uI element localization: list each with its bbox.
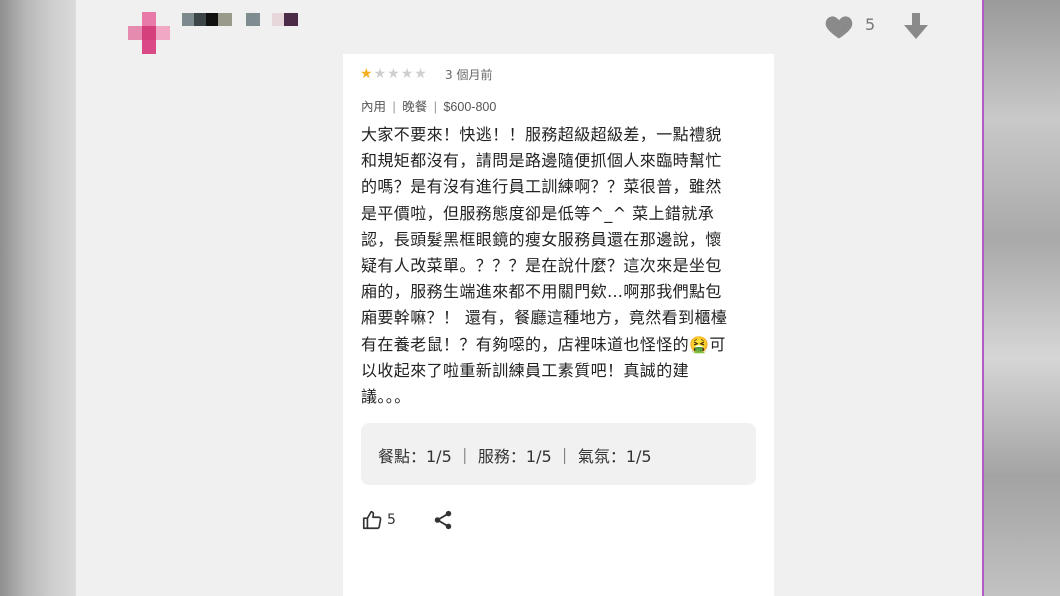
right-background-margin	[982, 0, 1060, 596]
star-empty-icon: ★	[400, 66, 414, 82]
like-count: 5	[865, 15, 876, 34]
review-body: 大家不要來！快逃！！服務超級超級差，一點禮貌 和規矩都沒有，請問是路邊隨便抓個人…	[361, 125, 728, 407]
share-icon[interactable]	[432, 509, 454, 531]
dining-type: 內用	[361, 100, 387, 114]
helpful-count: 5	[387, 512, 396, 528]
arrow-down-icon[interactable]	[903, 12, 929, 40]
star-empty-icon: ★	[414, 66, 427, 82]
username-censored[interactable]	[182, 13, 302, 26]
price-range: $600-800	[443, 100, 497, 114]
meta-separator: |	[433, 100, 437, 114]
star-rating: ★ ★ ★ ★ ★	[360, 66, 427, 82]
heart-icon[interactable]	[824, 12, 854, 40]
review-meta: 內用 | 晚餐 | $600-800	[361, 96, 496, 115]
star-empty-icon: ★	[387, 66, 400, 82]
left-background-margin	[0, 0, 76, 596]
meal-type: 晚餐	[402, 100, 428, 114]
sub-ratings-box: 餐點：1/5 ｜ 服務：1/5 ｜ 氣氛：1/5	[361, 423, 756, 485]
review-card: ★ ★ ★ ★ ★ 3 個月前 內用 | 晚餐 | $600-800 大家不要來…	[343, 54, 774, 596]
meta-separator: |	[392, 100, 396, 114]
star-empty-icon: ★	[373, 66, 387, 82]
review-time: 3 個月前	[445, 68, 493, 82]
sub-ratings-text: 餐點：1/5 ｜ 服務：1/5 ｜ 氣氛：1/5	[378, 447, 652, 466]
avatar[interactable]	[128, 12, 172, 54]
thumbs-up-icon[interactable]	[361, 509, 383, 531]
star-filled-icon: ★	[360, 66, 373, 82]
